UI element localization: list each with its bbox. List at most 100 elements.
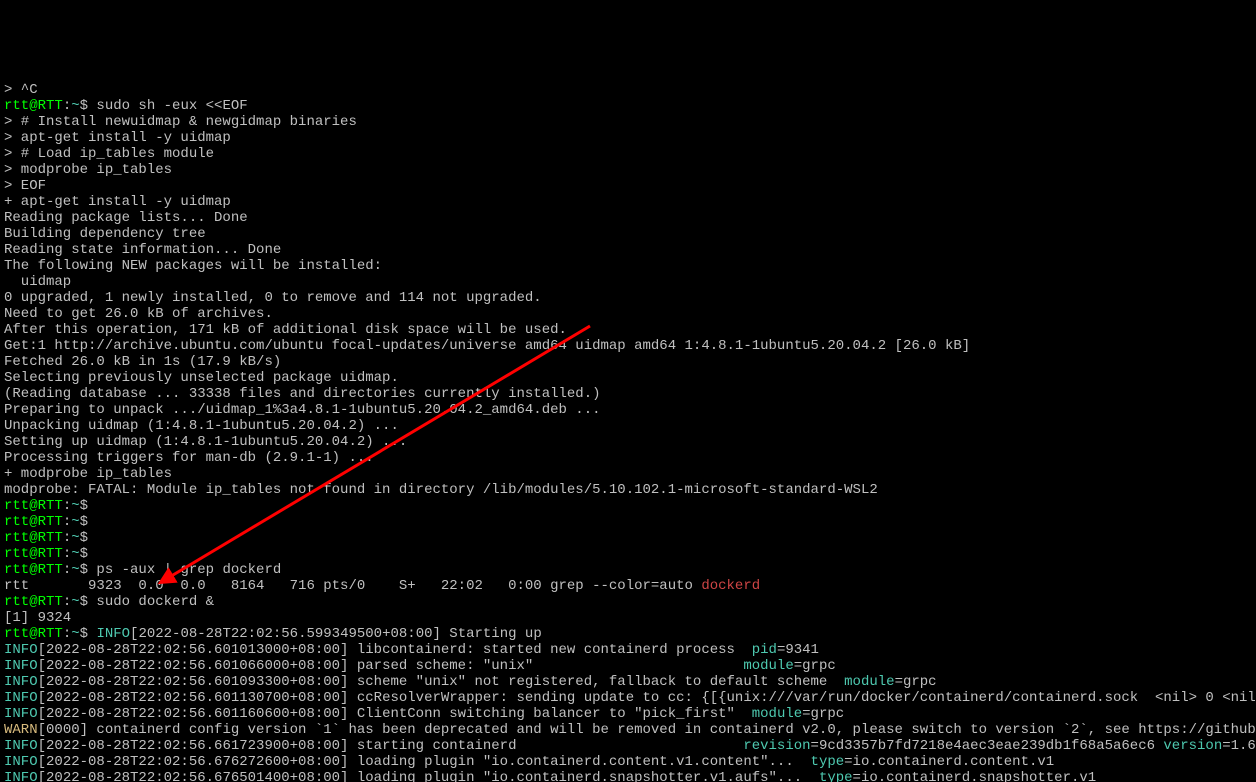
text-segment: ~ [71, 98, 79, 114]
terminal-line: uidmap [4, 274, 1252, 290]
text-segment: [2022-08-28T22:02:56.661723900+08:00] st… [38, 738, 744, 754]
terminal-line: rtt@RTT:~$ ps -aux | grep dockerd [4, 562, 1252, 578]
text-segment: Fetched 26.0 kB in 1s (17.9 kB/s) [4, 354, 281, 370]
terminal-line: INFO[2022-08-28T22:02:56.601130700+08:00… [4, 690, 1252, 706]
terminal-line: Reading package lists... Done [4, 210, 1252, 226]
terminal-output: > ^Crtt@RTT:~$ sudo sh -eux <<EOF> # Ins… [4, 82, 1252, 782]
text-segment: [0000] containerd config version `1` has… [38, 722, 1256, 738]
terminal-line: > EOF [4, 178, 1252, 194]
text-segment: ~ [71, 562, 79, 578]
text-segment: [2022-08-28T22:02:56.601066000+08:00] pa… [38, 658, 744, 674]
text-segment: Setting up uidmap (1:4.8.1-1ubuntu5.20.0… [4, 434, 407, 450]
text-segment: > ^C [4, 82, 38, 98]
terminal-line: INFO[2022-08-28T22:02:56.601160600+08:00… [4, 706, 1252, 722]
text-segment: =grpc [895, 674, 937, 690]
text-segment: type [819, 770, 853, 782]
text-segment: > # Load ip_tables module [4, 146, 214, 162]
text-segment: + apt-get install -y uidmap [4, 194, 231, 210]
terminal-line: > modprobe ip_tables [4, 162, 1252, 178]
terminal-line: INFO[2022-08-28T22:02:56.661723900+08:00… [4, 738, 1252, 754]
text-segment: rtt@RTT [4, 562, 63, 578]
text-segment: rtt@RTT [4, 98, 63, 114]
text-segment: : [63, 514, 71, 530]
text-segment: $ [80, 546, 88, 562]
text-segment: $ sudo dockerd & [80, 594, 214, 610]
terminal[interactable]: > ^Crtt@RTT:~$ sudo sh -eux <<EOF> # Ins… [0, 48, 1256, 782]
terminal-line: The following NEW packages will be insta… [4, 258, 1252, 274]
text-segment: ~ [71, 546, 79, 562]
text-segment: INFO [4, 674, 38, 690]
text-segment: module [743, 658, 793, 674]
text-segment: dockerd [701, 578, 760, 594]
text-segment: $ [80, 626, 97, 642]
terminal-line: INFO[2022-08-28T22:02:56.676501400+08:00… [4, 770, 1252, 782]
text-segment: rtt@RTT [4, 514, 63, 530]
text-segment: Need to get 26.0 kB of archives. [4, 306, 273, 322]
text-segment: ~ [71, 498, 79, 514]
text-segment: module [752, 706, 802, 722]
terminal-line: > # Load ip_tables module [4, 146, 1252, 162]
terminal-line: rtt@RTT:~$ [4, 546, 1252, 562]
terminal-line: Processing triggers for man-db (2.9.1-1)… [4, 450, 1252, 466]
text-segment: pid [752, 642, 777, 658]
text-segment: =grpc [802, 706, 844, 722]
text-segment: version [1163, 738, 1222, 754]
text-segment: INFO [4, 642, 38, 658]
terminal-line: INFO[2022-08-28T22:02:56.676272600+08:00… [4, 754, 1252, 770]
terminal-line: Preparing to unpack .../uidmap_1%3a4.8.1… [4, 402, 1252, 418]
text-segment: : [63, 562, 71, 578]
text-segment: revision [743, 738, 810, 754]
text-segment: Building dependency tree [4, 226, 206, 242]
text-segment: rtt@RTT [4, 594, 63, 610]
terminal-line: > apt-get install -y uidmap [4, 130, 1252, 146]
text-segment: INFO [4, 770, 38, 782]
terminal-line: rtt@RTT:~$ [4, 514, 1252, 530]
text-segment: ~ [71, 530, 79, 546]
terminal-line: Setting up uidmap (1:4.8.1-1ubuntu5.20.0… [4, 434, 1252, 450]
terminal-line: rtt@RTT:~$ INFO[2022-08-28T22:02:56.5993… [4, 626, 1252, 642]
terminal-line: Selecting previously unselected package … [4, 370, 1252, 386]
text-segment: [2022-08-28T22:02:56.676272600+08:00] lo… [38, 754, 811, 770]
text-segment: + modprobe ip_tables [4, 466, 172, 482]
terminal-line: rtt@RTT:~$ [4, 530, 1252, 546]
text-segment: ~ [71, 626, 79, 642]
terminal-line: rtt@RTT:~$ sudo sh -eux <<EOF [4, 98, 1252, 114]
terminal-line: INFO[2022-08-28T22:02:56.601093300+08:00… [4, 674, 1252, 690]
text-segment: Unpacking uidmap (1:4.8.1-1ubuntu5.20.04… [4, 418, 399, 434]
terminal-line: [1] 9324 [4, 610, 1252, 626]
terminal-line: WARN[0000] containerd config version `1`… [4, 722, 1252, 738]
text-segment: rtt@RTT [4, 498, 63, 514]
text-segment: rtt 9323 0.0 0.0 8164 716 pts/0 S+ 22:02… [4, 578, 701, 594]
text-segment: [2022-08-28T22:02:56.599349500+08:00] St… [130, 626, 542, 642]
text-segment: =grpc [794, 658, 836, 674]
terminal-line: Fetched 26.0 kB in 1s (17.9 kB/s) [4, 354, 1252, 370]
text-segment: [1] 9324 [4, 610, 71, 626]
text-segment: > EOF [4, 178, 46, 194]
terminal-line: Reading state information... Done [4, 242, 1252, 258]
terminal-line: rtt@RTT:~$ [4, 498, 1252, 514]
terminal-line: INFO[2022-08-28T22:02:56.601013000+08:00… [4, 642, 1252, 658]
text-segment: : [63, 98, 71, 114]
text-segment: $ [80, 530, 88, 546]
terminal-line: + modprobe ip_tables [4, 466, 1252, 482]
text-segment: Processing triggers for man-db (2.9.1-1)… [4, 450, 374, 466]
text-segment: : [63, 498, 71, 514]
text-segment: > modprobe ip_tables [4, 162, 172, 178]
terminal-line: > # Install newuidmap & newgidmap binari… [4, 114, 1252, 130]
text-segment: Get:1 http://archive.ubuntu.com/ubuntu f… [4, 338, 970, 354]
text-segment: ~ [71, 514, 79, 530]
text-segment: The following NEW packages will be insta… [4, 258, 382, 274]
text-segment: : [63, 626, 71, 642]
text-segment: $ [80, 498, 88, 514]
terminal-line: rtt 9323 0.0 0.0 8164 716 pts/0 S+ 22:02… [4, 578, 1252, 594]
text-segment: $ [80, 514, 88, 530]
text-segment: rtt@RTT [4, 626, 63, 642]
text-segment: : [63, 594, 71, 610]
text-segment: =9cd3357b7fd7218e4aec3eae239db1f68a5a6ec… [811, 738, 1164, 754]
terminal-line: > ^C [4, 82, 1252, 98]
terminal-line: Get:1 http://archive.ubuntu.com/ubuntu f… [4, 338, 1252, 354]
terminal-line: 0 upgraded, 1 newly installed, 0 to remo… [4, 290, 1252, 306]
text-segment: INFO [96, 626, 130, 642]
text-segment: [2022-08-28T22:02:56.601160600+08:00] Cl… [38, 706, 752, 722]
text-segment: INFO [4, 754, 38, 770]
